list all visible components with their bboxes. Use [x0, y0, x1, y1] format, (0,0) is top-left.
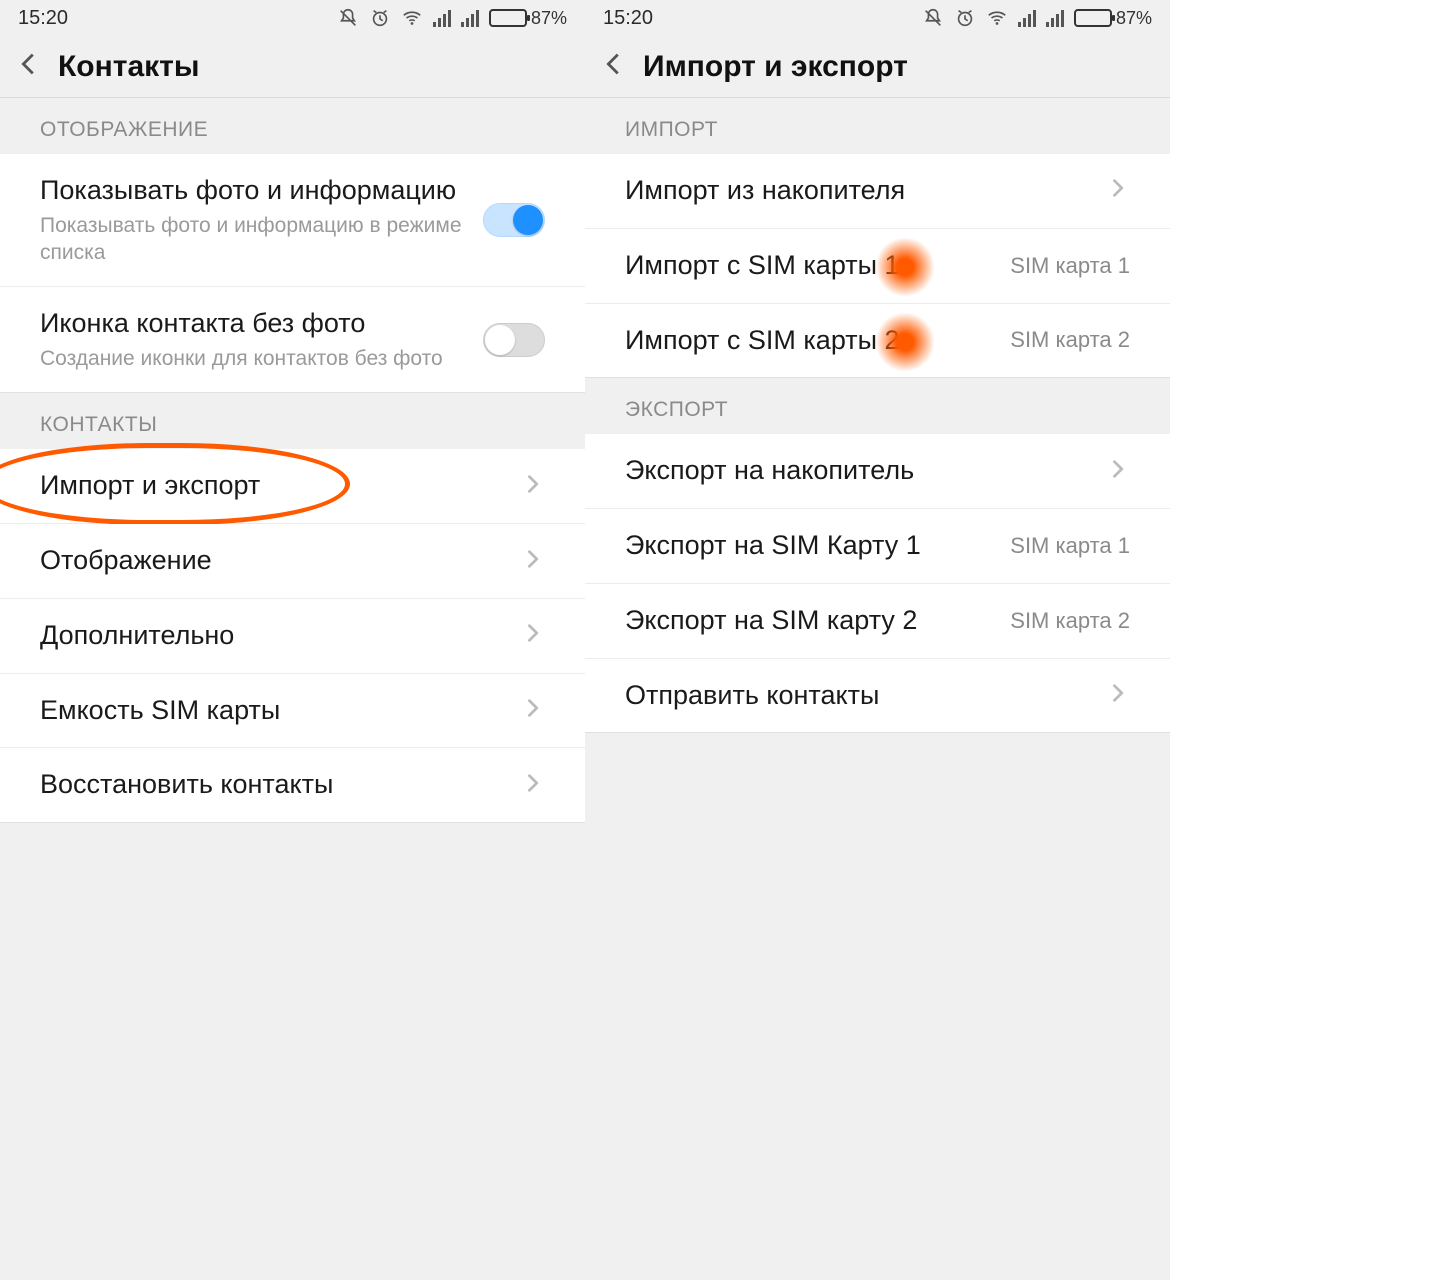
- row-subtitle: Создание иконки для контактов без фото: [40, 345, 483, 372]
- empty-area: [0, 822, 585, 1280]
- section-header-contacts: КОНТАКТЫ: [0, 392, 585, 449]
- row-import-from-storage[interactable]: Импорт из накопителя: [585, 154, 1170, 229]
- page-title: Импорт и экспорт: [643, 50, 908, 84]
- chevron-right-icon: [523, 548, 545, 575]
- row-value: SIM карта 1: [1010, 533, 1130, 559]
- battery-percent: 87%: [1116, 8, 1152, 29]
- row-value: SIM карта 2: [1010, 327, 1130, 353]
- screenshot-contacts-settings: 15:20 87% Контакты ОТОБРАЖЕНИЕ Показыват…: [0, 0, 585, 1280]
- wifi-icon: [986, 7, 1008, 29]
- chevron-right-icon: [523, 473, 545, 500]
- section-header-export: ЭКСПОРТ: [585, 377, 1170, 434]
- back-button[interactable]: [14, 49, 44, 84]
- row-title: Импорт из накопителя: [625, 174, 1108, 208]
- row-title: Отображение: [40, 544, 523, 578]
- row-value: SIM карта 2: [1010, 608, 1130, 634]
- row-show-photo-info[interactable]: Показывать фото и информацию Показывать …: [0, 154, 585, 287]
- row-title: Импорт и экспорт: [40, 469, 523, 503]
- status-time: 15:20: [603, 7, 653, 30]
- signal-sim2-icon: [1046, 9, 1064, 27]
- row-subtitle: Показывать фото и информацию в режиме сп…: [40, 212, 483, 267]
- row-import-export[interactable]: Импорт и экспорт: [0, 449, 585, 524]
- battery-indicator: 87%: [489, 8, 567, 29]
- row-title: Дополнительно: [40, 619, 523, 653]
- toggle-icon-no-photo[interactable]: [483, 323, 545, 357]
- row-restore-contacts[interactable]: Восстановить контакты: [0, 748, 585, 822]
- battery-icon: [1074, 9, 1112, 27]
- signal-sim1-icon: [433, 9, 451, 27]
- status-bar: 15:20 87%: [585, 0, 1170, 36]
- do-not-disturb-icon: [922, 7, 944, 29]
- section-header-display: ОТОБРАЖЕНИЕ: [0, 98, 585, 154]
- screenshot-import-export: 15:20 87% Импорт и экспорт ИМПОРТ Импорт…: [585, 0, 1170, 1280]
- row-title: Экспорт на SIM Карту 1: [625, 529, 1010, 563]
- battery-icon: [489, 9, 527, 27]
- empty-area: [585, 732, 1170, 1280]
- signal-sim2-icon: [461, 9, 479, 27]
- row-title: Импорт с SIM карты 1: [625, 249, 1010, 283]
- row-advanced[interactable]: Дополнительно: [0, 599, 585, 674]
- section-header-import: ИМПОРТ: [585, 98, 1170, 154]
- row-value: SIM карта 1: [1010, 253, 1130, 279]
- battery-indicator: 87%: [1074, 8, 1152, 29]
- row-title: Экспорт на накопитель: [625, 454, 1108, 488]
- page-title: Контакты: [58, 50, 199, 84]
- wifi-icon: [401, 7, 423, 29]
- page-header: Импорт и экспорт: [585, 36, 1170, 98]
- row-export-sim2[interactable]: Экспорт на SIM карту 2 SIM карта 2: [585, 584, 1170, 659]
- row-export-sim1[interactable]: Экспорт на SIM Карту 1 SIM карта 1: [585, 509, 1170, 584]
- chevron-right-icon: [523, 697, 545, 724]
- chevron-right-icon: [1108, 177, 1130, 204]
- page-header: Контакты: [0, 36, 585, 98]
- alarm-icon: [369, 7, 391, 29]
- row-title: Импорт с SIM карты 2: [625, 324, 1010, 358]
- row-import-sim2[interactable]: Импорт с SIM карты 2 SIM карта 2: [585, 304, 1170, 378]
- chevron-right-icon: [1108, 682, 1130, 709]
- row-display[interactable]: Отображение: [0, 524, 585, 599]
- row-title: Иконка контакта без фото: [40, 307, 483, 341]
- row-title: Экспорт на SIM карту 2: [625, 604, 1010, 638]
- row-import-sim1[interactable]: Импорт с SIM карты 1 SIM карта 1: [585, 229, 1170, 304]
- chevron-right-icon: [1108, 458, 1130, 485]
- do-not-disturb-icon: [337, 7, 359, 29]
- row-title: Отправить контакты: [625, 679, 1108, 713]
- row-contact-icon-no-photo[interactable]: Иконка контакта без фото Создание иконки…: [0, 287, 585, 392]
- status-bar: 15:20 87%: [0, 0, 585, 36]
- row-title: Восстановить контакты: [40, 768, 523, 802]
- row-send-contacts[interactable]: Отправить контакты: [585, 659, 1170, 733]
- chevron-right-icon: [523, 622, 545, 649]
- row-export-to-storage[interactable]: Экспорт на накопитель: [585, 434, 1170, 509]
- back-button[interactable]: [599, 49, 629, 84]
- row-title: Показывать фото и информацию: [40, 174, 483, 208]
- signal-sim1-icon: [1018, 9, 1036, 27]
- chevron-right-icon: [523, 772, 545, 799]
- toggle-show-photo[interactable]: [483, 203, 545, 237]
- alarm-icon: [954, 7, 976, 29]
- row-sim-capacity[interactable]: Емкость SIM карты: [0, 674, 585, 749]
- battery-percent: 87%: [531, 8, 567, 29]
- row-title: Емкость SIM карты: [40, 694, 523, 728]
- status-time: 15:20: [18, 7, 68, 30]
- page-margin: [1170, 0, 1440, 1280]
